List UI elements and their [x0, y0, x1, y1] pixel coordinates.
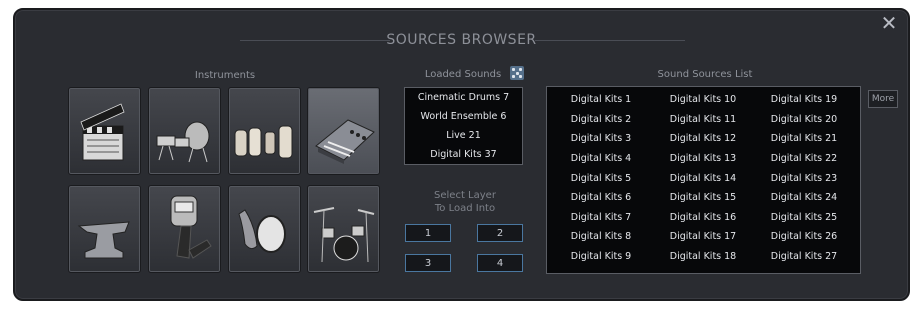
loaded-sound-item[interactable]: Live 21 [405, 130, 522, 141]
marching-percussion-icon[interactable] [148, 87, 221, 175]
sound-sources-list: Digital Kits 1 Digital Kits 2 Digital Ki… [546, 86, 861, 274]
title-divider-right [535, 40, 685, 41]
sources-browser-window: SOURCES BROWSER ✕ Instruments Loaded Sou… [13, 8, 910, 301]
sound-source-item[interactable]: Digital Kits 19 [756, 94, 852, 105]
sound-source-item[interactable]: Digital Kits 25 [756, 212, 852, 223]
dice-icon[interactable] [510, 66, 524, 80]
sound-sources-label: Sound Sources List [657, 69, 753, 80]
instruments-label: Instruments [194, 70, 256, 81]
stopwatch-icon[interactable] [148, 185, 221, 273]
sound-source-item[interactable]: Digital Kits 8 [553, 231, 649, 242]
sound-source-item[interactable]: Digital Kits 2 [553, 114, 649, 125]
sound-source-item[interactable]: Digital Kits 17 [655, 231, 751, 242]
sound-source-item[interactable]: Digital Kits 24 [756, 192, 852, 203]
sound-source-item[interactable]: Digital Kits 9 [553, 251, 649, 262]
close-icon[interactable]: ✕ [880, 13, 898, 33]
sound-source-item[interactable]: Digital Kits 12 [655, 133, 751, 144]
sound-source-item[interactable]: Digital Kits 15 [655, 192, 751, 203]
sound-source-item[interactable]: Digital Kits 23 [756, 173, 852, 184]
sound-source-item[interactable]: Digital Kits 10 [655, 94, 751, 105]
sound-source-item[interactable]: Digital Kits 5 [553, 173, 649, 184]
loaded-sound-item[interactable]: Digital Kits 37 [405, 149, 522, 160]
sound-source-item[interactable]: Digital Kits 7 [553, 212, 649, 223]
window-title: SOURCES BROWSER [386, 32, 537, 48]
sound-source-item[interactable]: Digital Kits 14 [655, 173, 751, 184]
sound-source-item[interactable]: Digital Kits 16 [655, 212, 751, 223]
loaded-sounds-label: Loaded Sounds [424, 69, 502, 80]
sound-source-item[interactable]: Digital Kits 1 [553, 94, 649, 105]
sound-source-item[interactable]: Digital Kits 26 [756, 231, 852, 242]
layer-4-button[interactable]: 4 [477, 254, 523, 272]
synthesizer-icon[interactable] [307, 87, 380, 175]
layer-1-button[interactable]: 1 [405, 224, 451, 242]
select-layer-label: Select Layer To Load Into [410, 189, 520, 215]
clapperboard-icon[interactable] [68, 87, 141, 175]
sound-source-item[interactable]: Digital Kits 4 [553, 153, 649, 164]
drum-kit-icon[interactable] [307, 185, 380, 273]
anvil-icon[interactable] [68, 185, 141, 273]
sound-source-item[interactable]: Digital Kits 18 [655, 251, 751, 262]
sound-source-item[interactable]: Digital Kits 11 [655, 114, 751, 125]
sound-source-item[interactable]: Digital Kits 21 [756, 133, 852, 144]
loaded-sounds-list: Cinematic Drums 7 World Ensemble 6 Live … [404, 87, 523, 165]
sound-source-item[interactable]: Digital Kits 20 [756, 114, 852, 125]
layer-3-button[interactable]: 3 [405, 254, 451, 272]
layer-2-button[interactable]: 2 [477, 224, 523, 242]
loaded-sound-item[interactable]: World Ensemble 6 [405, 111, 522, 122]
select-layer-line2: To Load Into [434, 203, 496, 214]
sound-source-item[interactable]: Digital Kits 6 [553, 192, 649, 203]
sound-source-item[interactable]: Digital Kits 27 [756, 251, 852, 262]
loaded-sound-item[interactable]: Cinematic Drums 7 [405, 92, 522, 103]
select-layer-line1: Select Layer [434, 190, 496, 201]
sound-source-item[interactable]: Digital Kits 13 [655, 153, 751, 164]
sound-source-item[interactable]: Digital Kits 3 [553, 133, 649, 144]
frame-drum-icon[interactable] [228, 185, 301, 273]
conga-drums-icon[interactable] [228, 87, 301, 175]
sound-source-item[interactable]: Digital Kits 22 [756, 153, 852, 164]
more-button[interactable]: More [868, 90, 898, 108]
